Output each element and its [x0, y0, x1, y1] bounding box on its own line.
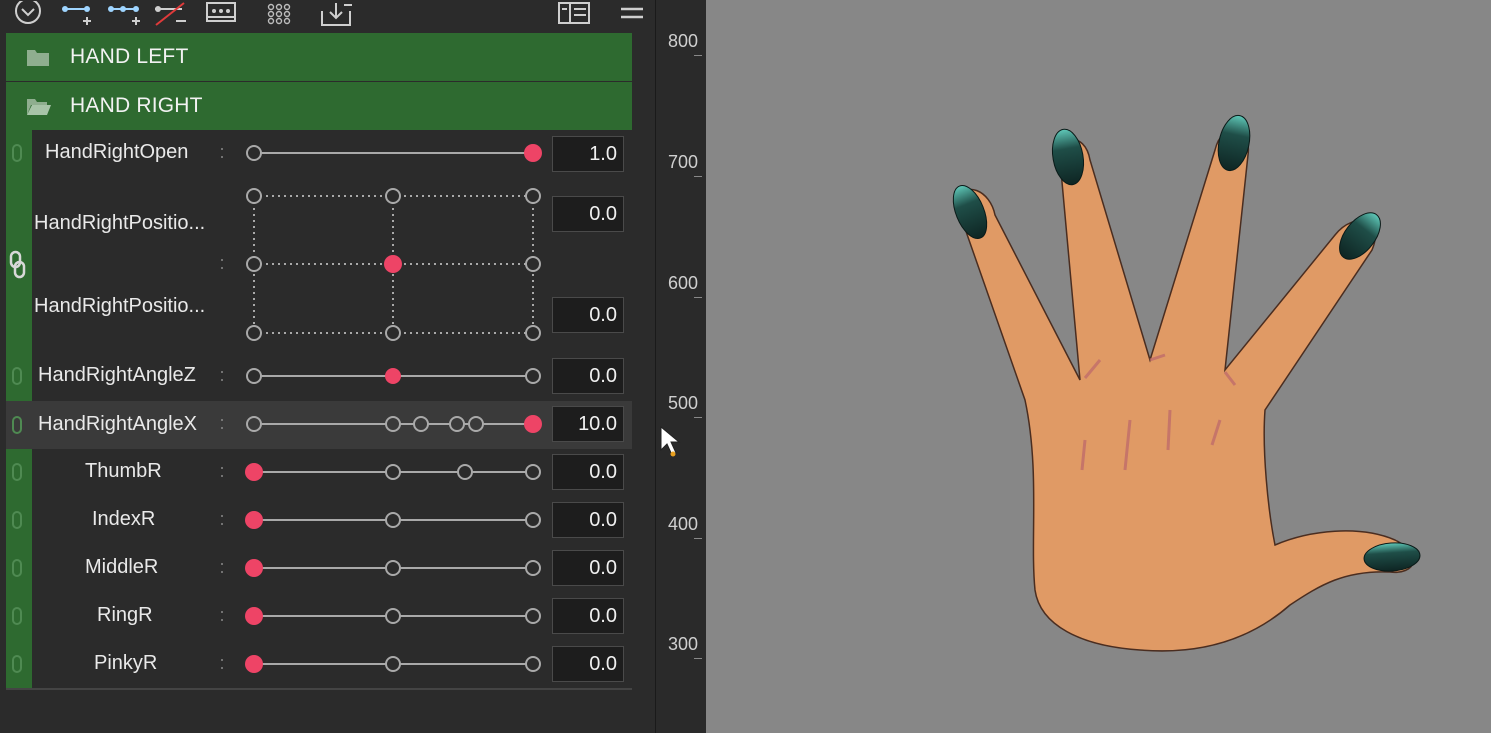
folder-open-icon [26, 96, 51, 116]
dots-grid-icon[interactable] [264, 0, 296, 28]
link-icon[interactable] [10, 558, 24, 578]
link-icon[interactable] [10, 143, 24, 163]
param-name: HandRightPositio... [34, 212, 206, 234]
chain-link-icon[interactable] [8, 250, 28, 280]
param-value-input[interactable]: 0.0 [552, 454, 624, 490]
ruler-label: 500 [668, 393, 699, 413]
param-value-input[interactable]: 0.0 [552, 598, 624, 634]
menu-icon[interactable] [618, 0, 646, 28]
param-name: PinkyR [94, 652, 158, 674]
link-icon[interactable] [10, 415, 24, 435]
ruler-tick [694, 417, 702, 418]
group-label: HAND LEFT [70, 45, 189, 68]
parameters-toolbar [0, 0, 655, 32]
param-value-input[interactable]: 0.0 [552, 297, 624, 333]
link-icon[interactable] [10, 606, 24, 626]
ruler-tick [694, 658, 702, 659]
ruler-label: 400 [668, 514, 699, 534]
ruler-tick [694, 538, 702, 539]
expand-circle-icon[interactable] [12, 0, 44, 28]
param-name: HandRightOpen [45, 141, 189, 163]
folder-closed-icon [26, 47, 50, 67]
param-name: RingR [97, 604, 153, 626]
group-hand-left[interactable]: HAND LEFT [6, 33, 632, 81]
list-divider [6, 688, 632, 690]
param-name: ThumbR [85, 460, 162, 482]
link-icon[interactable] [10, 366, 24, 386]
ruler-tick [694, 176, 702, 177]
keyform-grid-icon[interactable] [204, 0, 238, 28]
param-value-input[interactable]: 0.0 [552, 196, 624, 232]
ruler-label: 800 [668, 31, 699, 51]
remove-point-icon[interactable] [152, 0, 190, 28]
param-name: HandRightAngleX [38, 413, 197, 435]
import-icon[interactable] [318, 0, 356, 28]
hand-model-illustration [952, 114, 1421, 652]
ruler-label: 600 [668, 273, 699, 293]
param-name: IndexR [92, 508, 156, 530]
add-point-icon[interactable] [60, 0, 96, 28]
ruler-label: 700 [668, 152, 699, 172]
model-canvas[interactable] [706, 0, 1491, 733]
link-icon[interactable] [10, 510, 24, 530]
ruler-tick [694, 297, 702, 298]
ruler-label: 300 [668, 634, 699, 654]
param-value-input[interactable]: 0.0 [552, 646, 624, 682]
link-icon[interactable] [10, 462, 24, 482]
param-value-input[interactable]: 0.0 [552, 502, 624, 538]
param-value-input[interactable]: 1.0 [552, 136, 624, 172]
add-three-points-icon[interactable] [106, 0, 144, 28]
mouse-cursor-icon [660, 425, 684, 458]
link-icon[interactable] [10, 654, 24, 674]
param-name: HandRightPositio... [34, 295, 206, 317]
ruler-tick [694, 55, 702, 56]
display-settings-icon[interactable] [556, 0, 592, 28]
param-name: MiddleR [85, 556, 159, 578]
param-value-input[interactable]: 10.0 [552, 406, 624, 442]
group-label: HAND RIGHT [70, 94, 203, 117]
param-name: HandRightAngleZ [38, 364, 196, 386]
parameters-panel: HAND LEFT HAND RIGHT HandRightOpen HandR… [0, 0, 655, 733]
param-value-input[interactable]: 0.0 [552, 358, 624, 394]
param-value-input[interactable]: 0.0 [552, 550, 624, 586]
group-hand-right[interactable]: HAND RIGHT [6, 82, 632, 130]
vertical-ruler: 800 700 600 500 400 300 [655, 0, 706, 733]
